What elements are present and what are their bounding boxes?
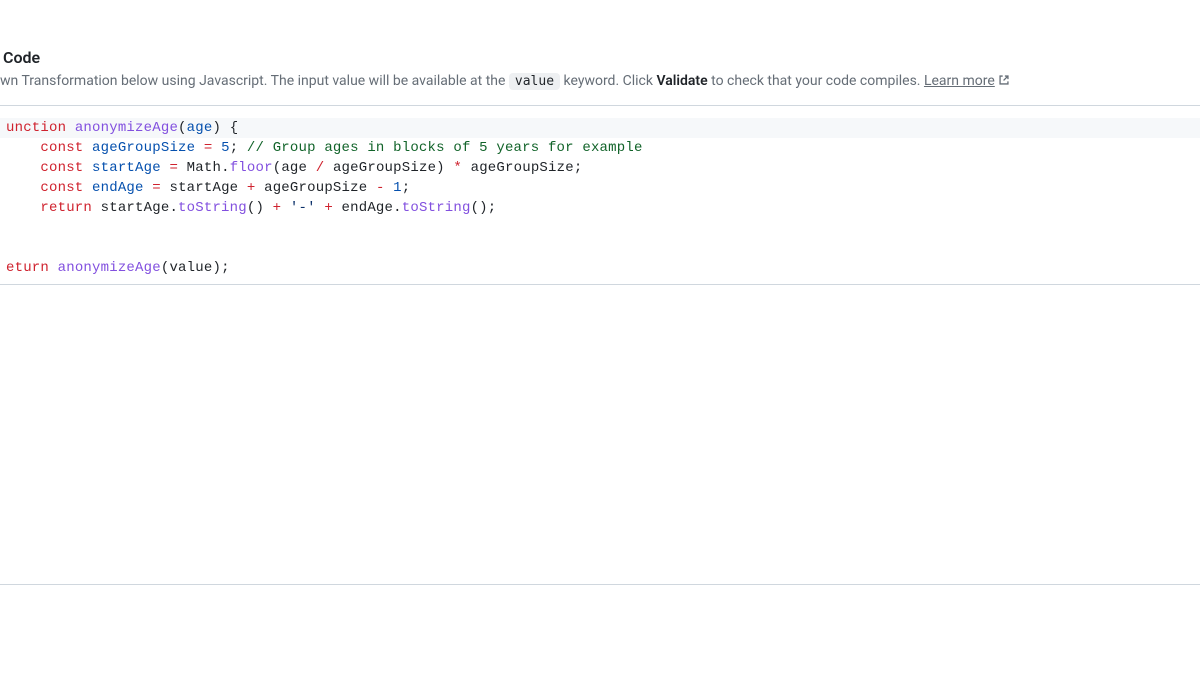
code-line-7 [6,240,15,256]
code-line-5: return startAge.toString() + '-' + endAg… [6,200,496,216]
code-line-8: eturn anonymizeAge(value); [6,260,230,276]
code-content[interactable]: unction anonymizeAge(age) { const ageGro… [0,106,1200,284]
editor-header: Code wn Transformation below using Javas… [0,0,1200,105]
section-subtitle: wn Transformation below using Javascript… [0,71,1200,105]
desc-prefix: wn Transformation below using Javascript… [0,73,509,89]
external-link-icon [997,73,1011,91]
desc-suffix: to check that your code compiles. [708,73,924,89]
value-keyword-badge: value [509,73,560,90]
learn-more-label: Learn more [924,73,995,89]
code-line-2: const ageGroupSize = 5; // Group ages in… [6,140,643,156]
code-line-4: const endAge = startAge + ageGroupSize -… [6,180,410,196]
validate-word: Validate [656,73,707,89]
code-line-3: const startAge = Math.floor(age / ageGro… [6,160,582,176]
learn-more-link[interactable]: Learn more [924,73,1011,89]
code-line-1: unction anonymizeAge(age) { [0,118,1200,138]
editor-empty-region[interactable] [0,285,1200,585]
section-title: Code [0,48,1200,71]
code-editor[interactable]: unction anonymizeAge(age) { const ageGro… [0,105,1200,285]
desc-mid: keyword. Click [560,73,656,89]
code-line-6 [6,220,15,236]
